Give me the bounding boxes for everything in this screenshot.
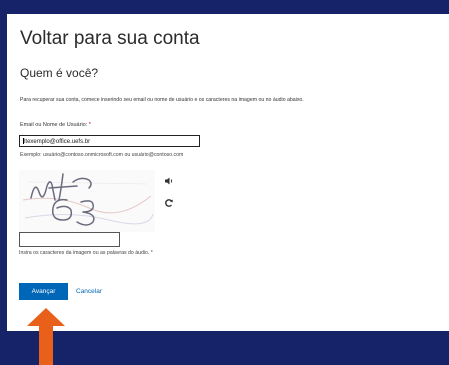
page-title: Voltar para sua conta [20, 28, 200, 49]
speaker-icon[interactable] [164, 176, 174, 186]
next-button[interactable]: Avançar [19, 283, 68, 300]
captcha-image [19, 170, 155, 232]
captcha-input[interactable] [19, 232, 120, 247]
captcha-hint-text: Insira os caracteres da imagem ou as pal… [19, 250, 153, 256]
email-input[interactable]: ltexemplo@office.uefs.br [19, 135, 200, 147]
cancel-link[interactable]: Cancelar [76, 288, 102, 295]
instructions-text: Para recuperar sua conta, comece inserin… [20, 97, 304, 103]
refresh-icon[interactable] [164, 198, 174, 208]
up-arrow-annotation [27, 308, 65, 365]
email-label-text: Email ou Nome de Usuário: [20, 122, 88, 128]
email-input-value: ltexemplo@office.uefs.br [24, 139, 91, 145]
email-label: Email ou Nome de Usuário: * [20, 122, 91, 128]
recovery-card: Voltar para sua conta Quem é você? Para … [7, 14, 449, 331]
page-subtitle: Quem é você? [20, 66, 99, 80]
email-example-text: Exemplo: usuário@contoso.onmicrosoft.com… [20, 152, 184, 158]
required-mark: * [88, 122, 91, 128]
